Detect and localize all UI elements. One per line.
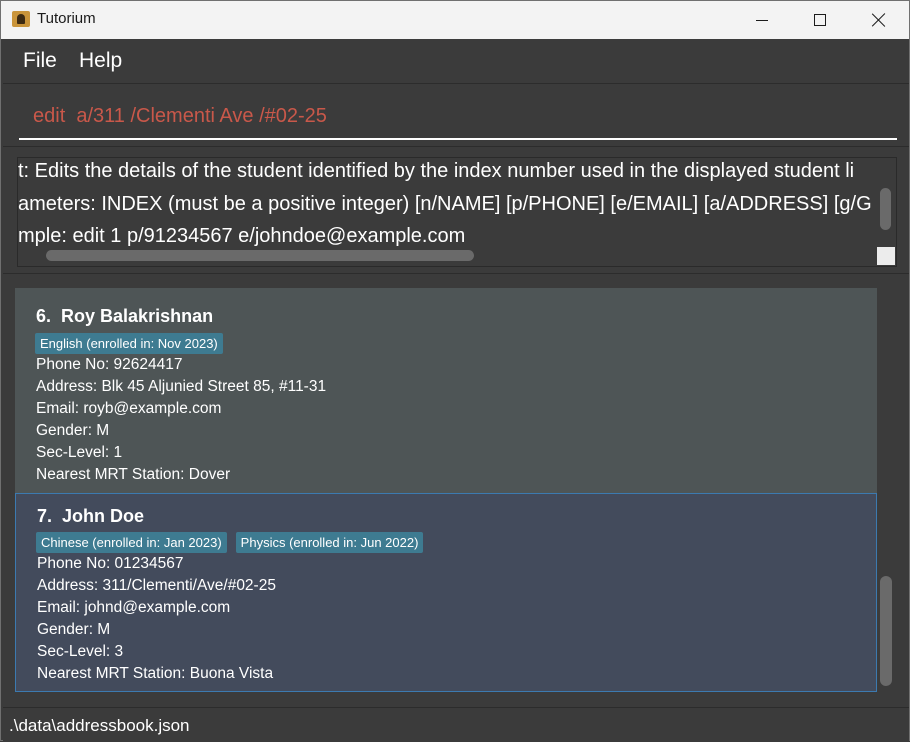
student-list-area: 6. Roy Balakrishnan English (enrolled in… xyxy=(3,274,909,706)
subject-tags: Chinese (enrolled in: Jan 2023) Physics … xyxy=(36,532,424,553)
result-line: mple: edit 1 p/91234567 e/johndoe@exampl… xyxy=(18,225,466,247)
menu-bar: File Help xyxy=(3,39,909,84)
app-icon xyxy=(12,11,30,27)
student-index: 6. xyxy=(36,306,52,326)
scrollbar-corner xyxy=(877,247,895,265)
menu-help[interactable]: Help xyxy=(79,49,122,73)
title-bar[interactable]: Tutorium xyxy=(1,1,909,39)
command-input[interactable] xyxy=(19,94,897,140)
gender-field: Gender: M xyxy=(36,422,110,439)
student-index: 7. xyxy=(37,506,53,526)
result-line: ameters: INDEX (must be a positive integ… xyxy=(18,193,872,215)
maximize-icon xyxy=(814,14,826,26)
minimize-button[interactable] xyxy=(733,1,791,39)
phone-field: Phone No: 92624417 xyxy=(36,356,183,373)
result-line: t: Edits the details of the student iden… xyxy=(18,160,855,182)
vertical-scrollbar-thumb[interactable] xyxy=(880,188,891,230)
sec-level-field: Sec-Level: 3 xyxy=(37,643,124,660)
student-card-selected[interactable]: 7. John Doe Chinese (enrolled in: Jan 20… xyxy=(15,493,877,692)
student-card[interactable]: 6. Roy Balakrishnan English (enrolled in… xyxy=(15,292,877,487)
gender-field: Gender: M xyxy=(37,621,111,638)
window-title: Tutorium xyxy=(37,10,96,27)
status-bar: .\data\addressbook.json xyxy=(3,707,909,742)
student-list[interactable]: 6. Roy Balakrishnan English (enrolled in… xyxy=(15,288,877,692)
subject-tags: English (enrolled in: Nov 2023) xyxy=(35,333,223,354)
close-button[interactable] xyxy=(850,1,908,39)
sec-level-field: Sec-Level: 1 xyxy=(36,444,123,461)
mrt-field: Nearest MRT Station: Buona Vista xyxy=(37,665,274,682)
result-display[interactable]: t: Edits the details of the student iden… xyxy=(17,157,897,267)
minimize-icon xyxy=(756,19,768,21)
phone-field: Phone No: 01234567 xyxy=(37,555,184,572)
app-window: Tutorium File Help t: Edits the details … xyxy=(0,0,910,742)
student-name: 6. Roy Balakrishnan xyxy=(36,306,213,327)
student-name: 7. John Doe xyxy=(37,506,144,527)
subject-tag: English (enrolled in: Nov 2023) xyxy=(35,333,223,354)
subject-tag: Physics (enrolled in: Jun 2022) xyxy=(235,532,424,553)
horizontal-scrollbar-thumb[interactable] xyxy=(46,250,474,261)
subject-tag: Chinese (enrolled in: Jan 2023) xyxy=(36,532,227,553)
result-display-area: t: Edits the details of the student iden… xyxy=(3,147,909,274)
command-box-area xyxy=(3,84,909,147)
maximize-button[interactable] xyxy=(791,1,849,39)
student-name-text: John Doe xyxy=(62,506,145,526)
address-field: Address: Blk 45 Aljunied Street 85, #11-… xyxy=(36,378,327,395)
email-field: Email: royb@example.com xyxy=(36,400,222,417)
close-icon xyxy=(872,13,886,27)
menu-file[interactable]: File xyxy=(23,49,57,73)
student-name-text: Roy Balakrishnan xyxy=(61,306,214,326)
save-file-path: .\data\addressbook.json xyxy=(9,716,190,735)
address-field: Address: 311/Clementi/Ave/#02-25 xyxy=(37,577,276,594)
email-field: Email: johnd@example.com xyxy=(37,599,231,616)
mrt-field: Nearest MRT Station: Dover xyxy=(36,466,231,483)
list-scrollbar-thumb[interactable] xyxy=(880,576,892,686)
